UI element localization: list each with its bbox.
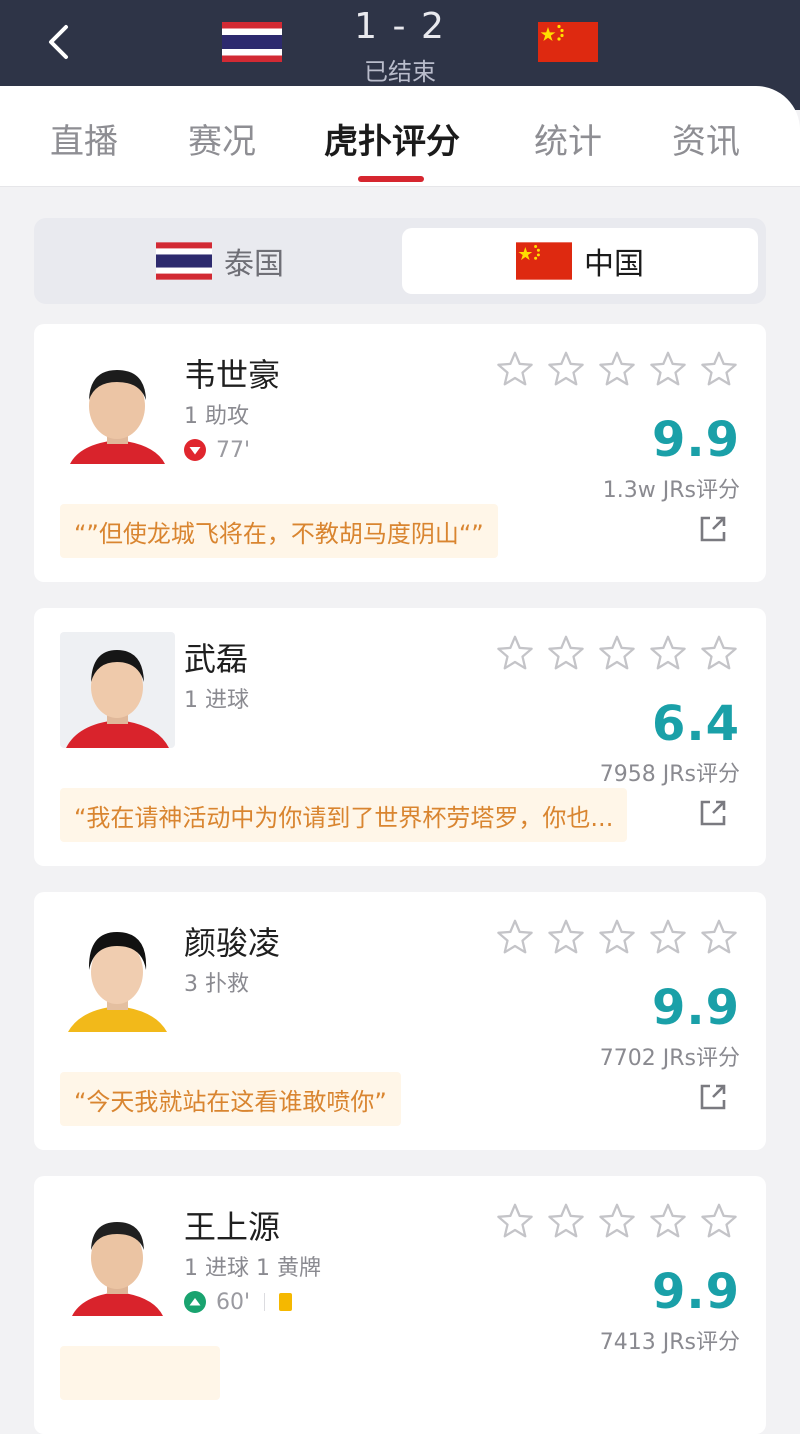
star-icon[interactable] (547, 350, 585, 388)
top-comment[interactable]: “我在请神活动中为你请到了世界杯劳塔罗，你也... (60, 788, 628, 842)
star-icon[interactable] (598, 634, 636, 672)
player-name: 韦世豪 (184, 356, 281, 394)
match-score: 1 - 2 (354, 6, 446, 47)
china-flag (538, 22, 598, 62)
star-icon[interactable] (649, 918, 687, 956)
chevron-left-icon (49, 25, 68, 59)
china-flag (516, 242, 572, 280)
player-stats: 1 助攻 (184, 404, 249, 429)
share-icon[interactable] (698, 514, 728, 544)
star-icon[interactable] (649, 634, 687, 672)
star-icon[interactable] (547, 634, 585, 672)
star-icon[interactable] (598, 350, 636, 388)
player-card[interactable]: 王上源 1 进球 1 黄牌 60' 9.9 7413 JRs评分 (34, 1176, 766, 1434)
star-icon[interactable] (649, 1202, 687, 1240)
star-rating-input (496, 1202, 738, 1240)
match-status: 已结束 (364, 58, 436, 86)
tab-match-events[interactable]: 赛况 (188, 114, 256, 163)
player-rating: 6.4 (651, 696, 740, 752)
rating-count: 7702 JRs评分 (599, 1046, 740, 1071)
player-rating: 9.9 (651, 412, 740, 468)
tab-statistics[interactable]: 统计 (534, 114, 602, 163)
player-rating: 9.9 (651, 980, 740, 1036)
team-toggle: 泰国 中国 (34, 218, 766, 304)
substitution-minute: 77' (216, 437, 251, 463)
substitution-info: 60' (184, 1288, 293, 1316)
rating-count: 1.3w JRs评分 (602, 478, 740, 503)
star-icon[interactable] (547, 918, 585, 956)
tab-hupu-ratings[interactable]: 虎扑评分 (324, 114, 460, 163)
team-name-china: 中国 (584, 247, 644, 282)
top-comment[interactable] (60, 1346, 220, 1400)
player-rating: 9.9 (651, 1264, 740, 1320)
player-name: 武磊 (184, 640, 249, 678)
player-stats: 3 扑救 (184, 972, 249, 997)
star-icon[interactable] (649, 350, 687, 388)
player-card[interactable]: 颜骏凌 3 扑救 9.9 7702 JRs评分 “今天我就站在这看谁敢喷你” (34, 892, 766, 1150)
tab-bar: 直播 赛况 虎扑评分 统计 资讯 (0, 86, 800, 187)
player-stats: 1 进球 (184, 688, 249, 713)
substitution-out-icon (184, 439, 206, 461)
back-button[interactable] (40, 22, 76, 62)
active-tab-indicator (358, 176, 424, 182)
player-avatar (60, 1200, 175, 1316)
yellow-card-icon (279, 1293, 293, 1311)
star-icon[interactable] (496, 634, 534, 672)
player-card[interactable]: 韦世豪 1 助攻 77' 9.9 1.3w JRs评分 “”但使龙城飞将在，不教… (34, 324, 766, 582)
substitution-info: 77' (184, 436, 250, 464)
substitution-minute: 60' (216, 1289, 251, 1315)
team-option-thailand[interactable]: 泰国 (42, 228, 398, 294)
top-comment[interactable]: “”但使龙城飞将在，不教胡马度阴山“” (60, 504, 498, 558)
thailand-flag (222, 22, 282, 62)
star-icon[interactable] (496, 918, 534, 956)
thailand-flag (156, 242, 212, 280)
star-icon[interactable] (547, 1202, 585, 1240)
team-name-thailand: 泰国 (224, 247, 284, 282)
star-icon[interactable] (496, 350, 534, 388)
share-icon[interactable] (698, 798, 728, 828)
star-icon[interactable] (700, 350, 738, 388)
player-card[interactable]: 武磊 1 进球 6.4 7958 JRs评分 “我在请神活动中为你请到了世界杯劳… (34, 608, 766, 866)
top-comment[interactable]: “今天我就站在这看谁敢喷你” (60, 1072, 401, 1126)
player-name: 颜骏凌 (184, 924, 281, 962)
tab-live[interactable]: 直播 (50, 114, 118, 163)
player-avatar (60, 916, 175, 1032)
divider (264, 1293, 266, 1311)
star-icon[interactable] (700, 634, 738, 672)
substitution-in-icon (184, 1291, 206, 1313)
share-icon[interactable] (698, 1082, 728, 1112)
player-avatar (60, 348, 175, 464)
star-rating-input (496, 350, 738, 388)
star-icon[interactable] (700, 918, 738, 956)
team-option-china[interactable]: 中国 (402, 228, 758, 294)
tab-news[interactable]: 资讯 (672, 114, 740, 163)
star-rating-input (496, 634, 738, 672)
player-name: 王上源 (184, 1208, 281, 1246)
star-rating-input (496, 918, 738, 956)
star-icon[interactable] (598, 918, 636, 956)
star-icon[interactable] (496, 1202, 534, 1240)
player-stats: 1 进球 1 黄牌 (184, 1256, 321, 1281)
rating-count: 7413 JRs评分 (599, 1330, 740, 1355)
star-icon[interactable] (700, 1202, 738, 1240)
player-avatar (60, 632, 175, 748)
rating-count: 7958 JRs评分 (599, 762, 740, 787)
star-icon[interactable] (598, 1202, 636, 1240)
